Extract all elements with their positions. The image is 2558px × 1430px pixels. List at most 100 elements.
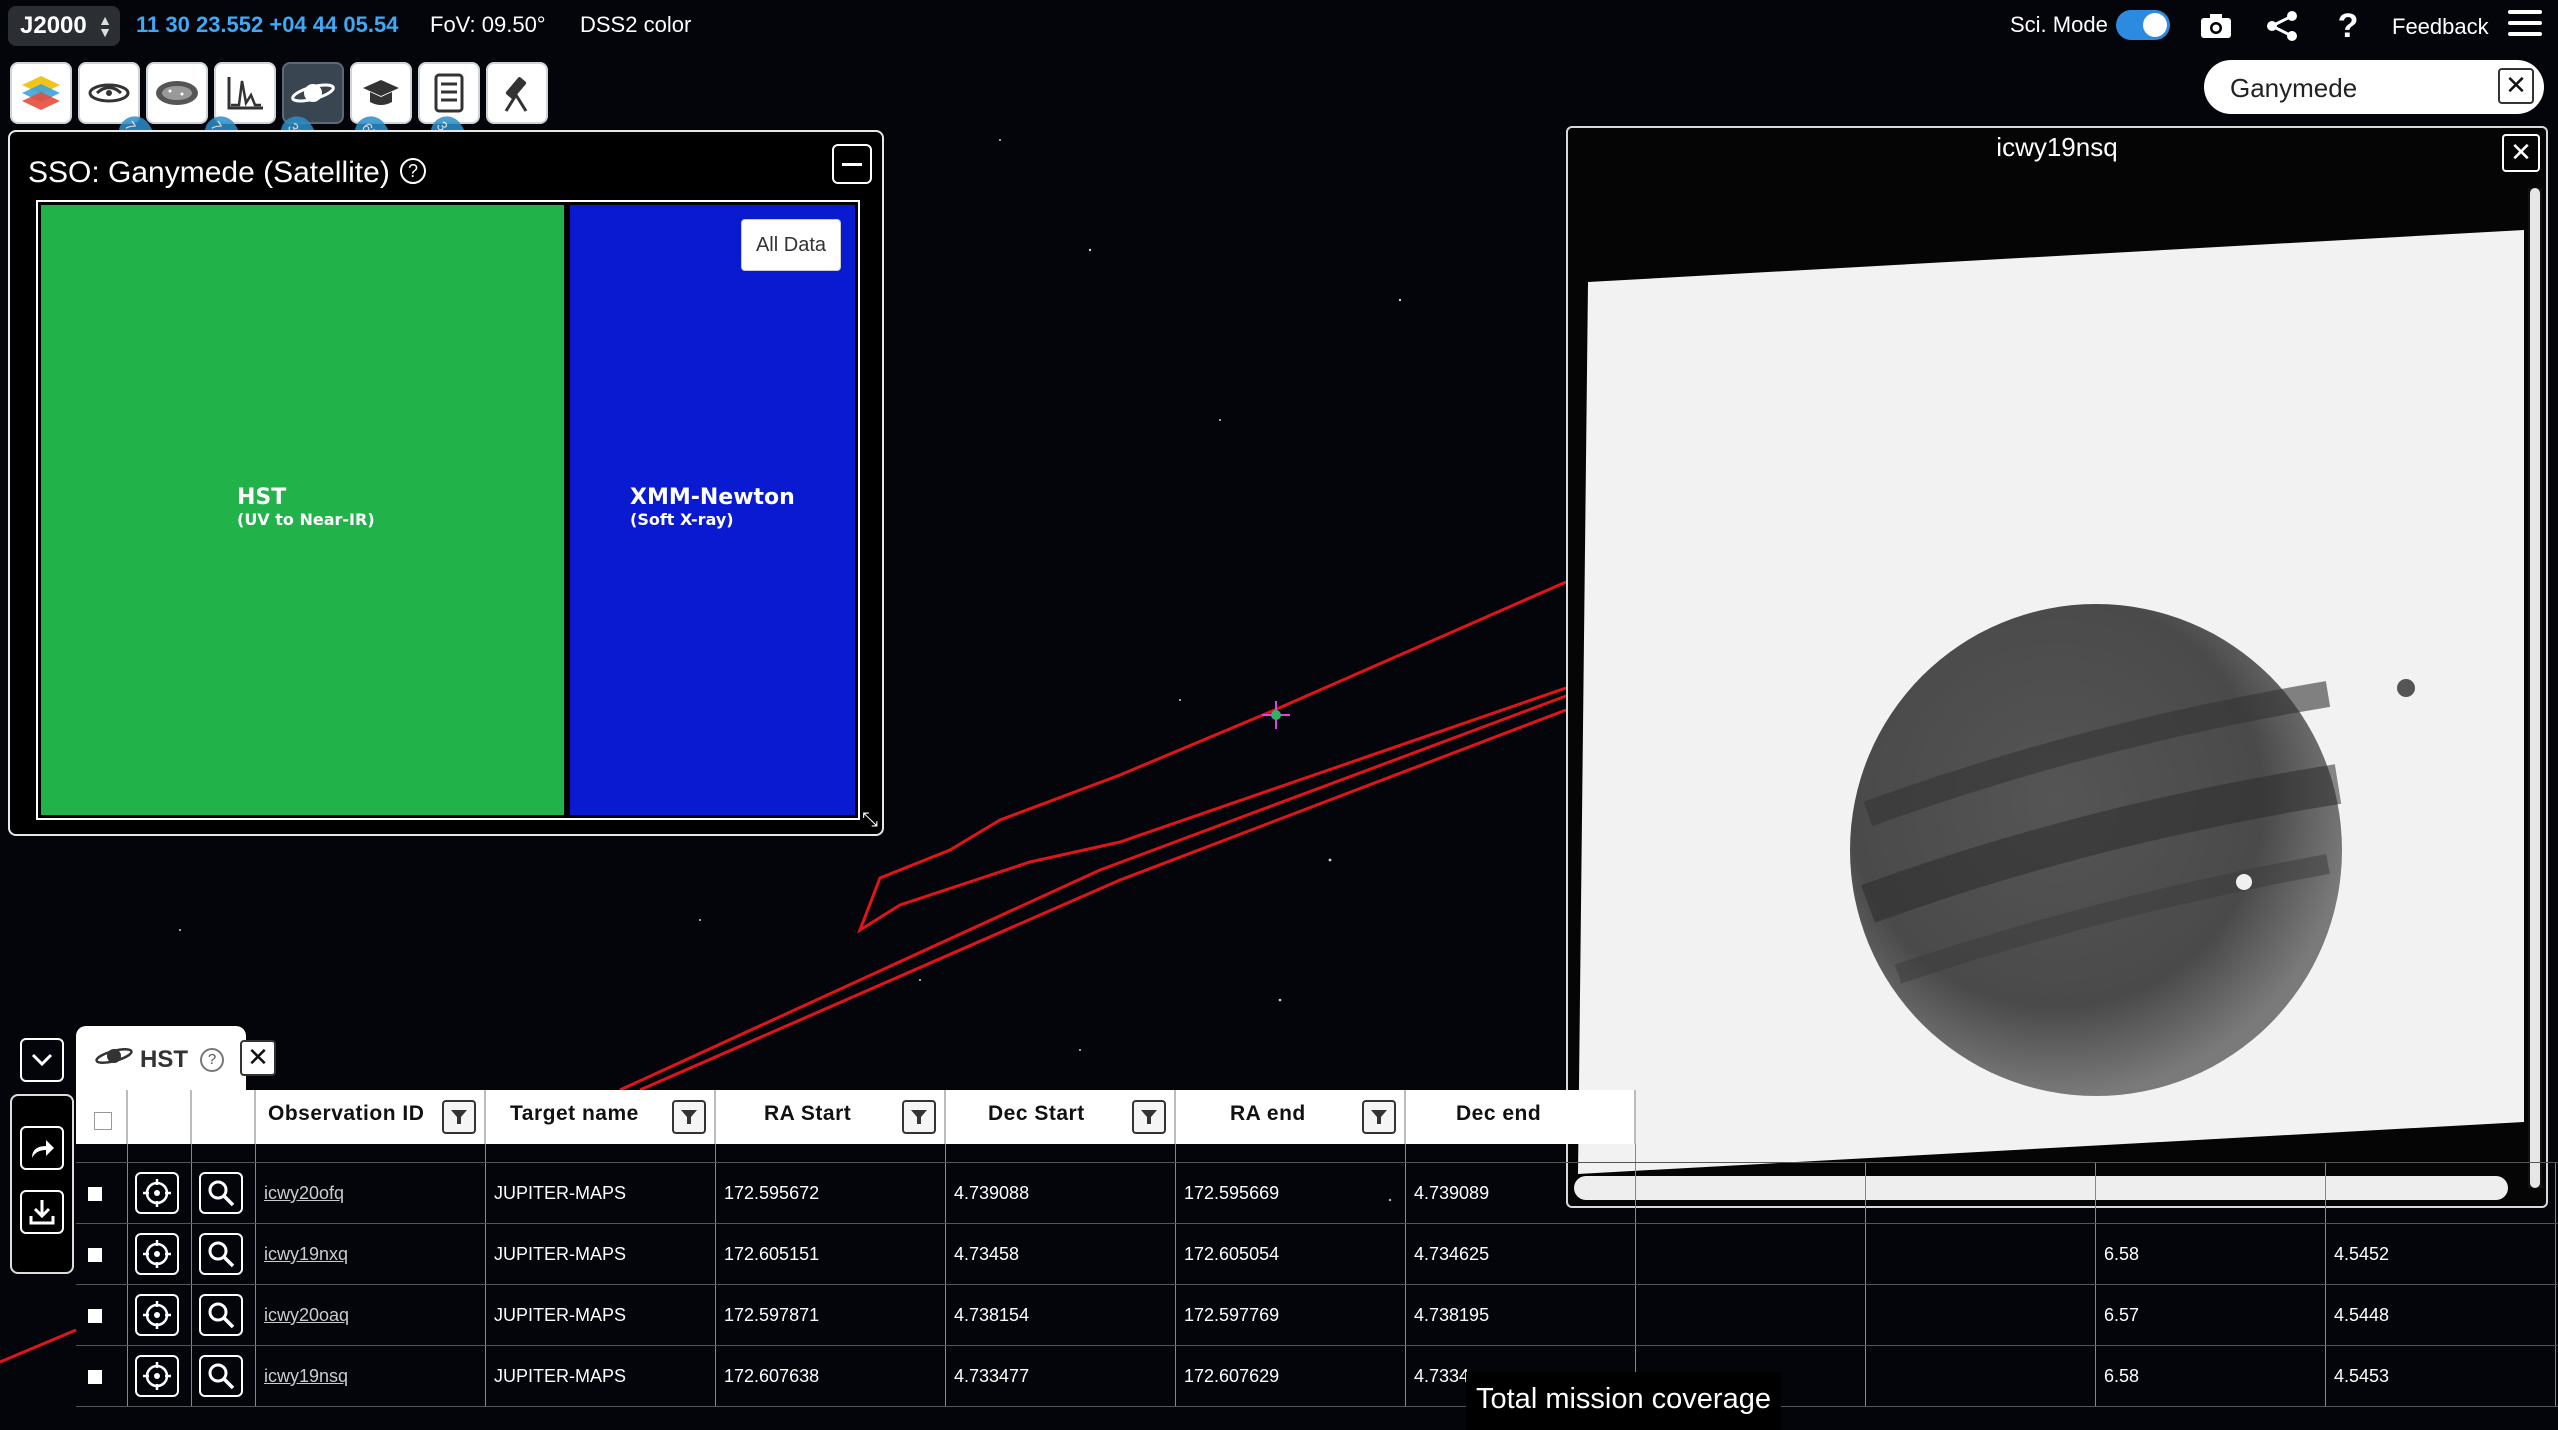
collapse-results-button[interactable] [20, 1038, 64, 1082]
target-name: JUPITER-MAPS [494, 1183, 627, 1203]
outreach-icon[interactable] [350, 62, 412, 124]
column-header[interactable]: Observation ID [256, 1090, 486, 1144]
mission-wavelength: (UV to Near-IR) [237, 510, 375, 529]
table-row[interactable]: icwy20oaq JUPITER-MAPS 172.597871 4.7381… [76, 1285, 2558, 1346]
magnifier-icon[interactable] [199, 1233, 243, 1275]
frame-label: J2000 [20, 12, 87, 39]
layers-icon[interactable] [10, 62, 72, 124]
filter-icon[interactable] [1362, 1100, 1396, 1134]
share-icon[interactable] [2262, 6, 2302, 46]
clear-search-button[interactable]: ✕ [2498, 68, 2534, 104]
treemap-cell-xmm[interactable]: XMM-Newton (Soft X-ray) All Data [567, 202, 858, 818]
center-on-target-icon[interactable] [135, 1355, 179, 1397]
catalog-icon[interactable] [146, 62, 208, 124]
sci-mode-label: Sci. Mode [2010, 12, 2108, 37]
results-table: Observation ID Target name RA Start Dec … [76, 1090, 2558, 1430]
telescope-icon[interactable] [486, 62, 548, 124]
center-on-target-icon[interactable] [135, 1233, 179, 1275]
dec-end: 4.734625 [1414, 1244, 1490, 1264]
column-header[interactable]: RA Start [716, 1090, 946, 1144]
toggle-knob [2143, 13, 2167, 37]
table-body: icwy20ofq JUPITER-MAPS 172.595672 4.7390… [76, 1144, 2558, 1407]
filter-icon[interactable] [902, 1100, 936, 1134]
spectra-icon[interactable] [214, 62, 276, 124]
mission-treemap: HST (UV to Near-IR) XMM-Newton (Soft X-r… [36, 200, 860, 820]
row-checkbox[interactable] [88, 1309, 102, 1323]
sso-help-icon[interactable]: ? [400, 158, 426, 184]
ra-start: 172.597871 [724, 1305, 820, 1325]
filter-icon[interactable] [1132, 1100, 1166, 1134]
dec-start: 4.738154 [954, 1305, 1030, 1325]
ra-end: 172.605054 [1184, 1244, 1280, 1264]
row-checkbox[interactable] [88, 1248, 102, 1262]
center-on-target-icon[interactable] [135, 1172, 179, 1214]
tab-help-icon[interactable]: ? [200, 1048, 224, 1072]
magnifier-icon[interactable] [199, 1172, 243, 1214]
image-preview-panel: icwy19nsq ✕ [1566, 126, 2548, 1208]
menu-icon[interactable] [2508, 10, 2542, 40]
extra-col: 4.5453 [2334, 1366, 2390, 1386]
camera-icon[interactable] [2196, 6, 2236, 46]
close-preview-button[interactable]: ✕ [2502, 134, 2540, 172]
magnifier-icon[interactable] [199, 1355, 243, 1397]
table-row[interactable]: icwy19nxq JUPITER-MAPS 172.605151 4.7345… [76, 1224, 2558, 1285]
download-icon[interactable] [20, 1190, 64, 1234]
feedback-link[interactable]: Feedback [2392, 14, 2489, 40]
target-name: JUPITER-MAPS [494, 1244, 627, 1264]
results-tab-hst[interactable]: HST ? ✕ [76, 1026, 276, 1090]
column-header[interactable]: Target name [486, 1090, 716, 1144]
row-checkbox[interactable] [88, 1370, 102, 1384]
target-name: JUPITER-MAPS [494, 1305, 627, 1325]
all-data-button[interactable]: All Data [740, 219, 841, 271]
planet-icon[interactable] [282, 62, 344, 124]
column-header[interactable]: Dec Start [946, 1090, 1176, 1144]
extra-col: 4.5448 [2334, 1305, 2390, 1325]
close-tab-button[interactable]: ✕ [240, 1040, 276, 1076]
ra-start: 172.595672 [724, 1183, 820, 1203]
ra-start: 172.607638 [724, 1366, 820, 1386]
treemap-label-hst: HST (UV to Near-IR) [237, 485, 375, 529]
filter-icon[interactable] [442, 1100, 476, 1134]
coordinates-readout[interactable]: 11 30 23.552 +04 44 05.54 [136, 12, 398, 38]
top-bar: J2000 ▲ ▼ 11 30 23.552 +04 44 05.54 FoV: … [0, 0, 2558, 52]
observation-id-link[interactable]: icwy20ofq [264, 1183, 344, 1204]
ra-end: 172.595669 [1184, 1183, 1280, 1203]
magnifier-icon[interactable] [199, 1294, 243, 1336]
target-search: ✕ [2204, 60, 2544, 114]
column-header[interactable]: Dec end [1406, 1090, 1636, 1144]
share-results-icon[interactable] [20, 1126, 64, 1170]
minimize-panel-button[interactable] [832, 144, 872, 184]
publications-icon[interactable] [418, 62, 480, 124]
jupiter-image[interactable] [1568, 174, 2528, 1174]
observation-id-link[interactable]: icwy19nxq [264, 1244, 348, 1265]
table-row[interactable]: icwy19nsq JUPITER-MAPS 172.607638 4.7334… [76, 1346, 2558, 1407]
dec-start: 4.73458 [954, 1244, 1020, 1264]
galaxy-icon[interactable] [78, 62, 140, 124]
ra-end: 172.607629 [1184, 1366, 1280, 1386]
treemap-label-xmm: XMM-Newton (Soft X-ray) [630, 485, 795, 529]
select-all-checkbox[interactable] [76, 1090, 128, 1144]
results-actions [10, 1094, 74, 1274]
search-input[interactable] [2228, 70, 2482, 106]
coordinate-frame-select[interactable]: J2000 ▲ ▼ [8, 6, 120, 46]
row-checkbox[interactable] [88, 1187, 102, 1201]
observation-id-link[interactable]: icwy19nsq [264, 1366, 348, 1387]
treemap-cell-hst[interactable]: HST (UV to Near-IR) [38, 202, 567, 818]
toolbar [10, 62, 548, 124]
help-icon[interactable]: ? [2328, 6, 2368, 46]
table-row[interactable]: icwy20ofq JUPITER-MAPS 172.595672 4.7390… [76, 1163, 2558, 1224]
mission-name: HST [237, 485, 287, 510]
mission-coverage-label[interactable]: Total mission coverage [1466, 1372, 1781, 1430]
observation-id-link[interactable]: icwy20oaq [264, 1305, 349, 1326]
vertical-scrollbar[interactable] [2528, 188, 2542, 1188]
dec-end: 4.7334 [1414, 1366, 1470, 1386]
dec-end: 4.738195 [1414, 1305, 1490, 1325]
center-on-target-icon[interactable] [135, 1294, 179, 1336]
resize-handle-icon[interactable]: ⤡ [862, 809, 878, 832]
column-header[interactable]: RA end [1176, 1090, 1406, 1144]
table-row[interactable] [76, 1144, 2558, 1163]
header-preview-col [192, 1090, 256, 1144]
sci-mode-toggle[interactable] [2116, 10, 2170, 40]
filter-icon[interactable] [672, 1100, 706, 1134]
mission-wavelength: (Soft X-ray) [630, 510, 734, 529]
